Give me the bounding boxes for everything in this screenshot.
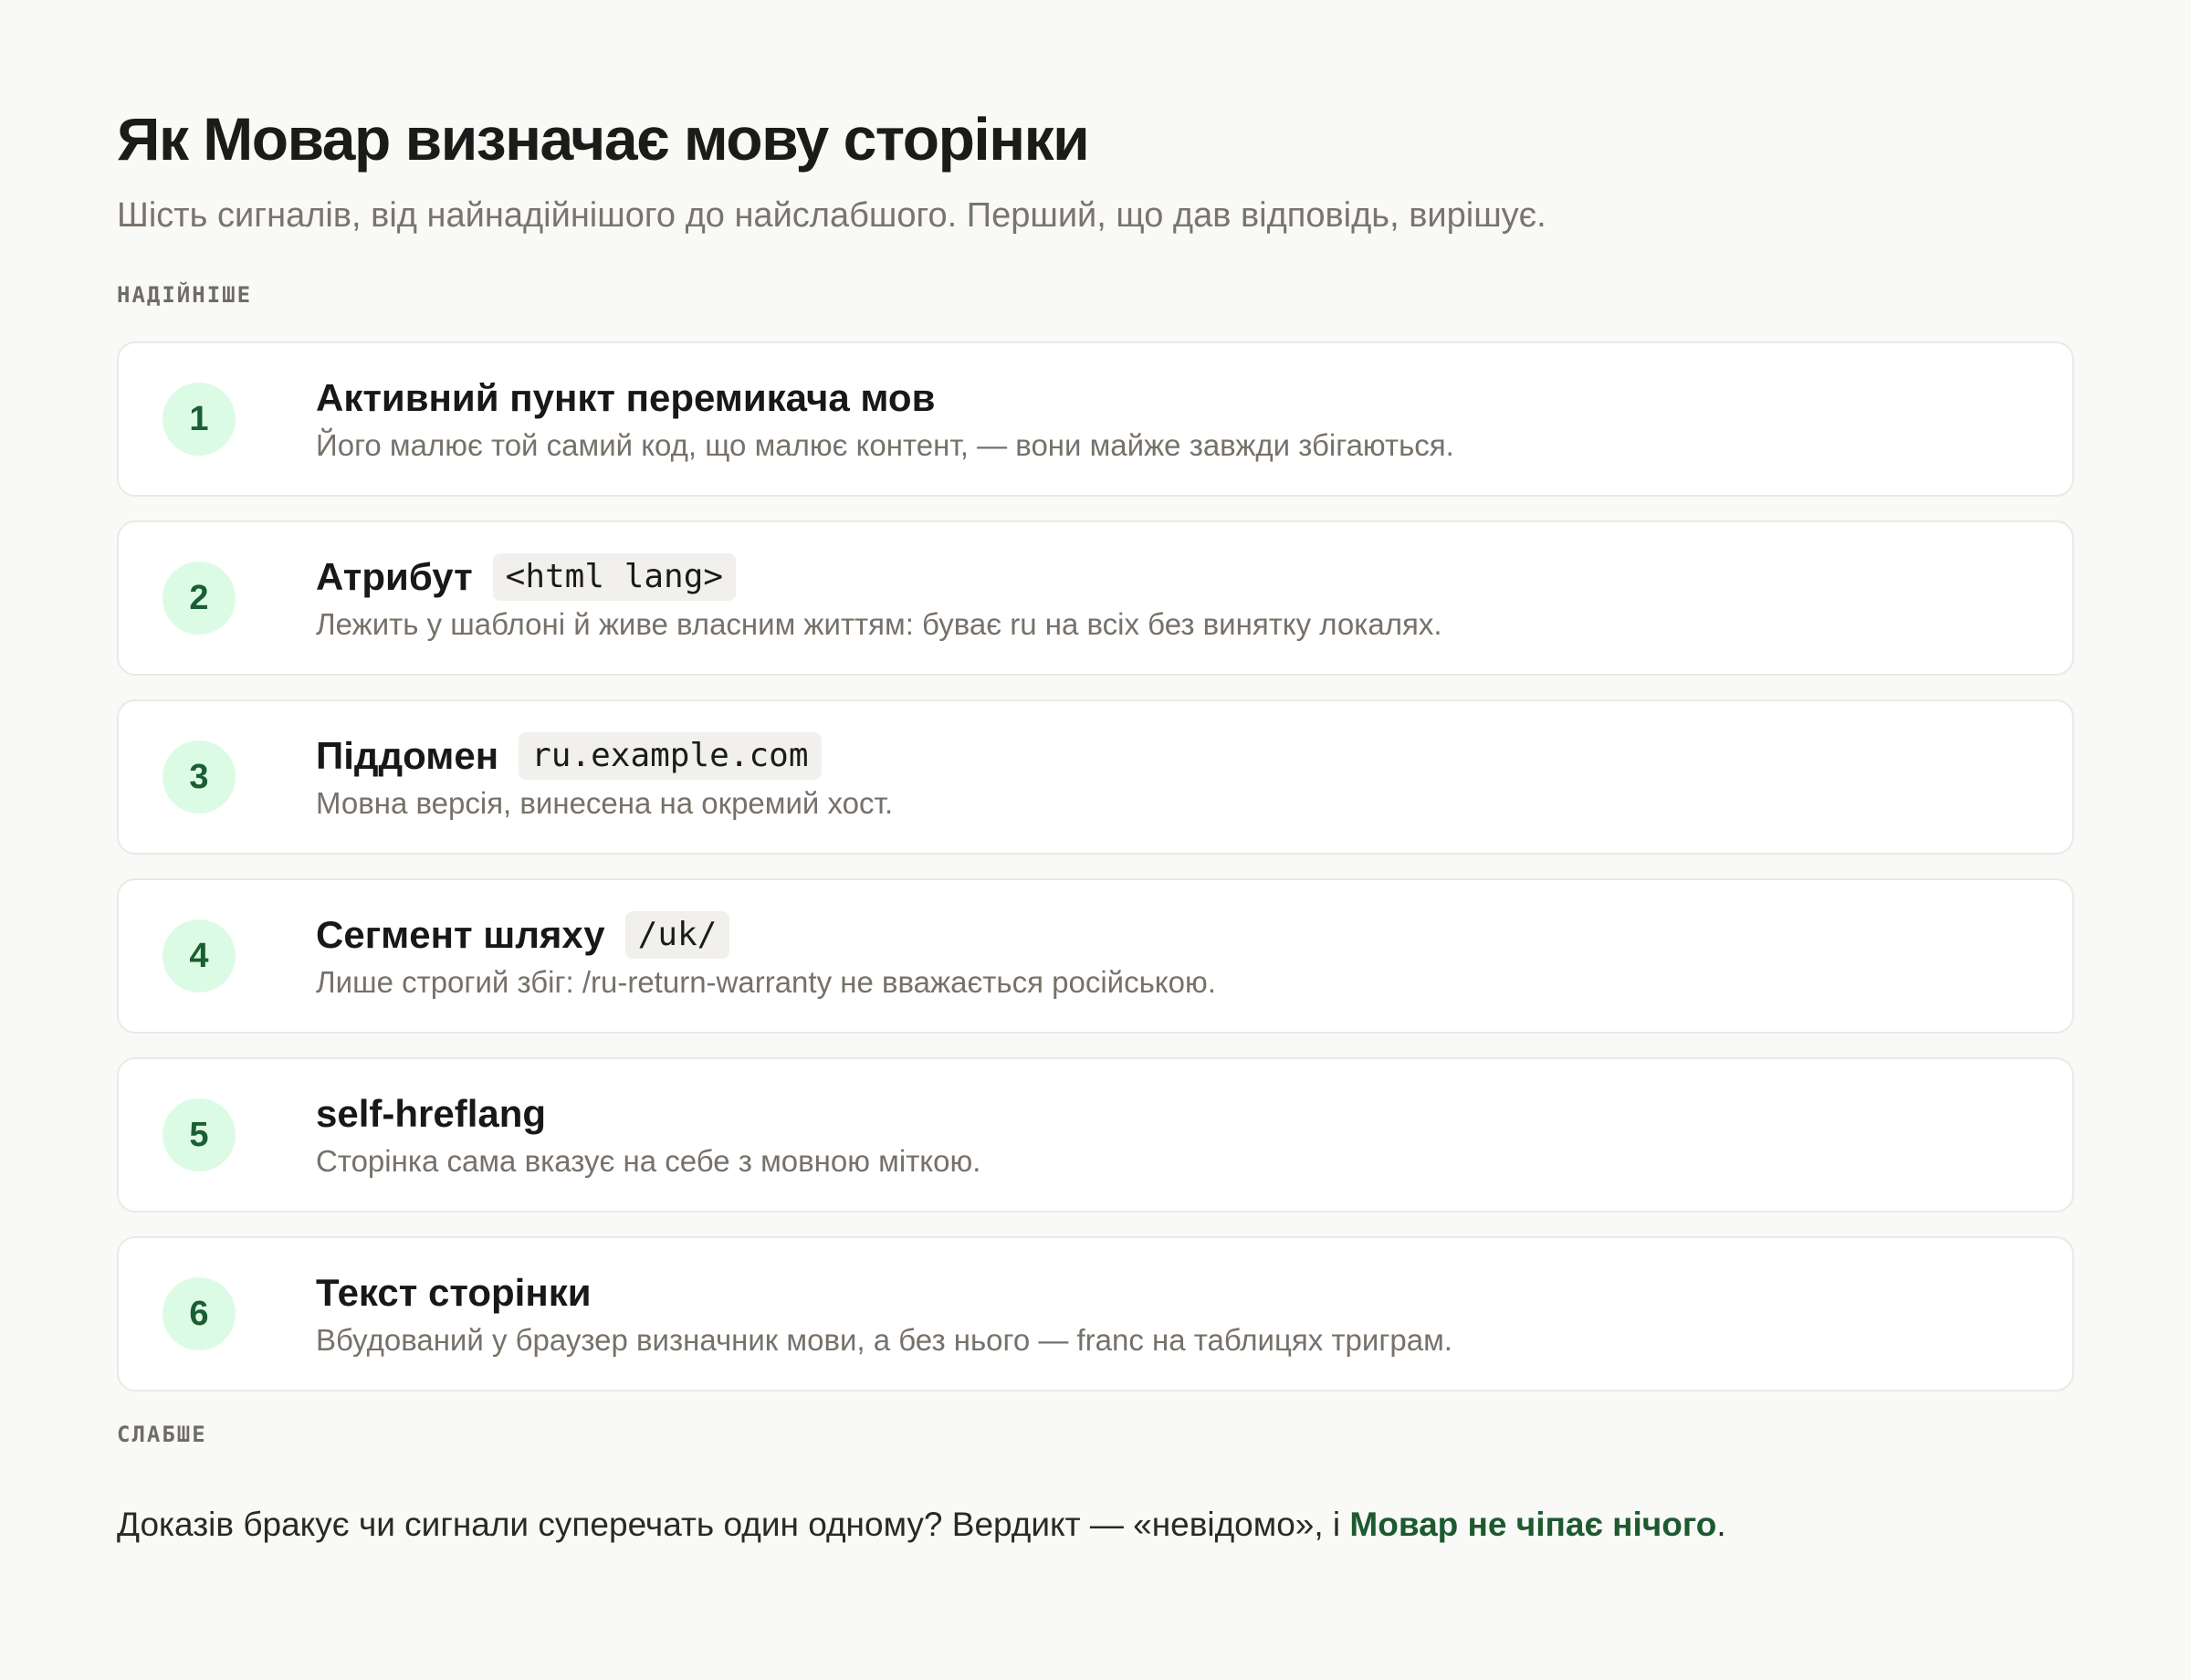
page-subtitle: Шість сигналів, від найнадійнішого до на… [117, 196, 1546, 235]
signal-description: Лише строгий збіг: /ru-return-warranty н… [316, 965, 1216, 999]
page: Як Мовар визначає мову сторінки Шість си… [117, 100, 2074, 1580]
signal-title-text: Активний пункт перемикача мов [316, 376, 936, 419]
verdict-emphasis: Мовар не чіпає нічого [1349, 1506, 1717, 1543]
signal-title-text: Атрибут [316, 555, 473, 598]
signal-description: Мовна версія, винесена на окремий хост. [316, 786, 894, 820]
signal-card-1: 1 Активний пункт перемикача мов Його мал… [117, 341, 2074, 497]
signal-code: <html lang> [492, 553, 737, 601]
signal-list: 1 Активний пункт перемикача мов Його мал… [117, 341, 2074, 1391]
signal-card-5: 5 self-hreflang Сторінка сама вказує на … [117, 1057, 2074, 1213]
verdict-text: Доказів бракує чи сигнали суперечать оди… [117, 1503, 2074, 1547]
signal-number-badge: 1 [162, 383, 236, 456]
signal-card-3: 3 Піддомен ru.example.com Мовна версія, … [117, 699, 2074, 855]
verdict-end: . [1716, 1506, 1726, 1543]
signal-number-badge: 2 [162, 562, 236, 635]
signal-description: Лежить у шаблоні й живе власним життям: … [316, 607, 1442, 641]
signal-description: Вбудований у браузер визначник мови, а б… [316, 1323, 1452, 1357]
signal-card-2: 2 Атрибут <html lang> Лежить у шаблоні й… [117, 520, 2074, 676]
label-stronger: НАДІЙНІШЕ [117, 282, 253, 308]
signal-number-badge: 4 [162, 919, 236, 992]
signal-description: Його малює той самий код, що малює конте… [316, 428, 1454, 462]
signal-title-text: Текст сторінки [316, 1271, 592, 1314]
signal-title: Активний пункт перемикача мов [316, 373, 1454, 424]
signal-title: Атрибут <html lang> [316, 551, 1442, 603]
signal-title-text: Сегмент шляху [316, 913, 605, 956]
signal-title: self-hreflang [316, 1088, 980, 1139]
signal-description: Сторінка сама вказує на себе з мовною мі… [316, 1144, 981, 1178]
signal-card-6: 6 Текст сторінки Вбудований у браузер ви… [117, 1236, 2074, 1391]
signal-number-badge: 5 [162, 1098, 236, 1171]
signal-title-text: Піддомен [316, 734, 499, 777]
signal-title: Піддомен ru.example.com [316, 730, 893, 782]
signal-number-badge: 6 [162, 1277, 236, 1350]
signal-code: /uk/ [624, 911, 730, 959]
page-title: Як Мовар визначає мову сторінки [117, 105, 1090, 173]
signal-title-text: self-hreflang [316, 1092, 547, 1135]
signal-title: Текст сторінки [316, 1267, 1452, 1318]
label-weaker: СЛАБШЕ [117, 1422, 207, 1447]
verdict-lead: Доказів бракує чи сигнали суперечать оди… [117, 1506, 1350, 1543]
signal-number-badge: 3 [162, 740, 236, 814]
signal-code: ru.example.com [519, 732, 822, 780]
signal-card-4: 4 Сегмент шляху /uk/ Лише строгий збіг: … [117, 878, 2074, 1034]
signal-title: Сегмент шляху /uk/ [316, 909, 1216, 961]
